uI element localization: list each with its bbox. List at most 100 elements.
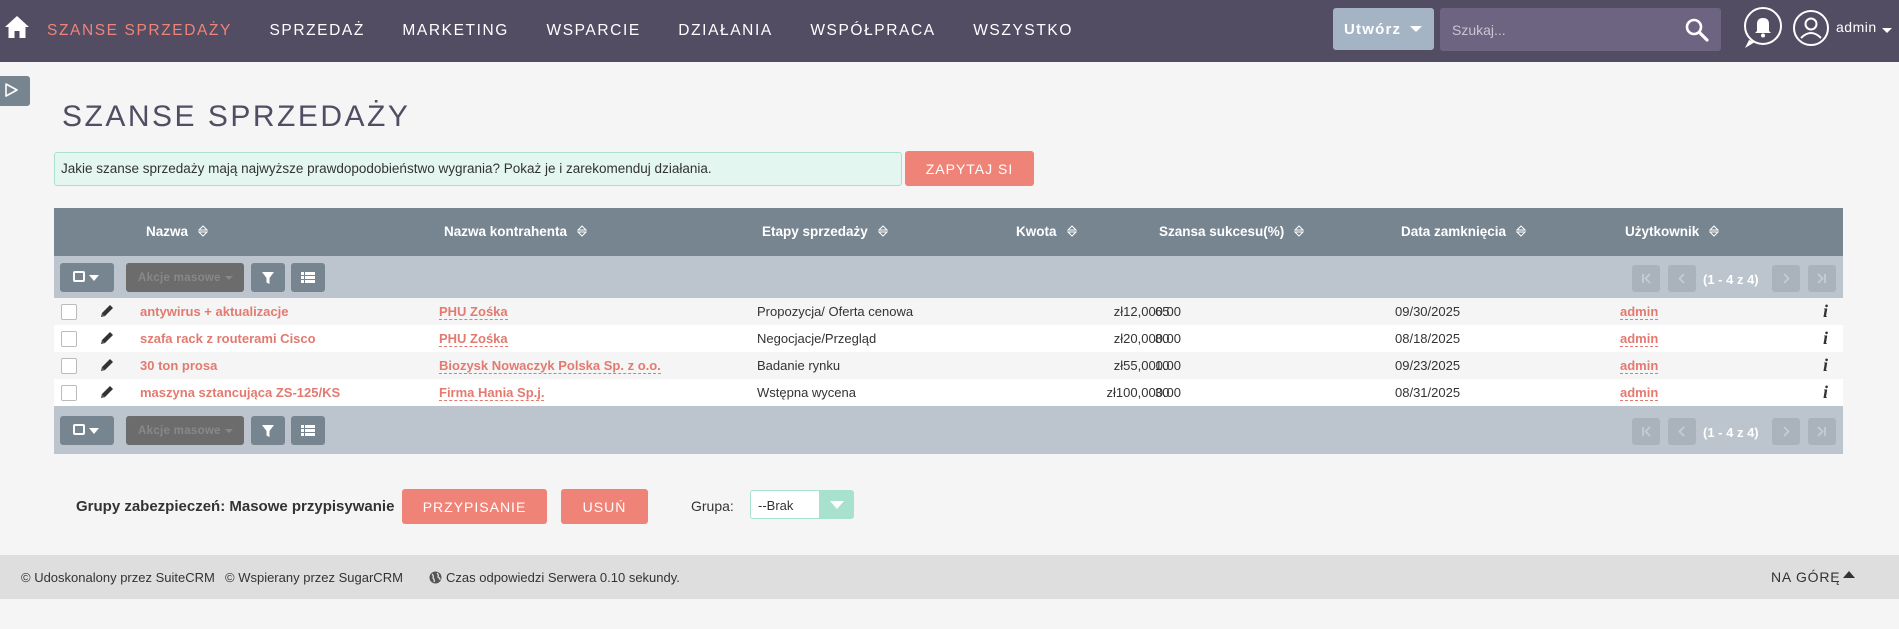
filter-icon xyxy=(262,272,274,284)
account-name-link[interactable]: PHU Zośka xyxy=(439,304,508,320)
ask-ai-button[interactable]: ZAPYTAJ SI xyxy=(905,151,1034,186)
nav-item-all[interactable]: WSZYSTKO xyxy=(973,22,1073,40)
nav-item-collaboration[interactable]: WSPÓŁPRACA xyxy=(810,22,935,40)
table-row: 30 ton prosa Biozysk Nowaczyk Polska Sp.… xyxy=(54,352,1843,379)
last-page-button[interactable] xyxy=(1808,418,1836,445)
column-header-label: Nazwa xyxy=(146,224,189,239)
user-avatar-icon[interactable] xyxy=(1792,9,1830,47)
search-icon[interactable] xyxy=(1684,17,1710,43)
sort-icon xyxy=(1709,225,1720,237)
info-icon[interactable]: i xyxy=(1823,382,1828,403)
assign-button[interactable]: PRZYPISANIE xyxy=(402,489,547,524)
first-page-button[interactable] xyxy=(1632,265,1660,292)
next-page-button[interactable] xyxy=(1772,265,1800,292)
row-checkbox[interactable] xyxy=(61,385,77,401)
group-label: Grupa: xyxy=(691,498,734,514)
column-chooser-button[interactable] xyxy=(291,263,325,292)
back-to-top-link[interactable]: NA GÓRĘ xyxy=(1771,569,1840,585)
last-page-icon xyxy=(1817,273,1826,284)
assigned-user-link[interactable]: admin xyxy=(1620,358,1659,374)
sort-icon xyxy=(1516,225,1527,237)
column-header-probability[interactable]: Szansa sukcesu(%) xyxy=(1159,224,1305,239)
row-checkbox[interactable] xyxy=(61,358,77,374)
opportunity-name-link[interactable]: maszyna sztancująca ZS-125/KS xyxy=(140,385,340,400)
row-checkbox[interactable] xyxy=(61,331,77,347)
main-nav: SZANSE SPRZEDAŻY SPRZEDAŻ MARKETING WSPA… xyxy=(47,0,1110,62)
column-header-stage[interactable]: Etapy sprzedaży xyxy=(762,224,888,239)
mass-actions-button[interactable]: Akcje masowe xyxy=(126,263,244,292)
ai-prompt-input[interactable]: Jakie szanse sprzedaży mają najwyższe pr… xyxy=(54,152,902,186)
notifications-bell-icon[interactable] xyxy=(1743,6,1783,50)
probability: 10 xyxy=(1155,358,1170,373)
opportunity-name-link[interactable]: antywirus + aktualizacje xyxy=(140,304,288,319)
list-columns-icon xyxy=(301,272,315,283)
server-time-text: Czas odpowiedzi Serwera 0.10 sekundy. xyxy=(446,570,680,585)
assigned-user-link[interactable]: admin xyxy=(1620,331,1659,347)
account-name-link[interactable]: Firma Hania Sp.j. xyxy=(439,385,545,401)
sales-stage: Propozycja/ Oferta cenowa xyxy=(757,304,914,319)
info-icon[interactable]: i xyxy=(1823,355,1828,376)
column-header-name[interactable]: Nazwa xyxy=(146,224,209,239)
edit-pencil-icon[interactable] xyxy=(98,329,116,347)
user-name[interactable]: admin xyxy=(1836,19,1877,35)
previous-page-button[interactable] xyxy=(1668,265,1696,292)
select-all-dropdown[interactable] xyxy=(60,263,114,292)
suitecrm-credit-link[interactable]: © Udoskonalony przez SuiteCRM xyxy=(21,570,215,585)
nav-item-sales[interactable]: SPRZEDAŻ xyxy=(269,22,364,40)
filter-button[interactable] xyxy=(251,263,285,292)
info-icon[interactable]: i xyxy=(1823,301,1828,322)
column-header-user[interactable]: Użytkownik xyxy=(1625,224,1720,239)
search-input[interactable] xyxy=(1452,20,1672,40)
sort-icon xyxy=(877,225,888,237)
close-date: 08/18/2025 xyxy=(1395,331,1461,346)
next-page-button[interactable] xyxy=(1772,418,1800,445)
probability: 30 xyxy=(1155,385,1170,400)
remove-button[interactable]: USUŃ xyxy=(561,489,648,524)
edit-pencil-icon[interactable] xyxy=(98,356,116,374)
create-button[interactable]: Utwórz xyxy=(1333,8,1434,50)
assigned-user-link[interactable]: admin xyxy=(1620,304,1659,320)
column-header-close-date[interactable]: Data zamknięcia xyxy=(1401,224,1527,239)
sales-stage: Negocjacje/Przegląd xyxy=(757,331,877,346)
nav-item-marketing[interactable]: MARKETING xyxy=(402,22,509,40)
chevron-down-icon xyxy=(224,275,233,280)
table-row: maszyna sztancująca ZS-125/KS Firma Hani… xyxy=(54,379,1843,406)
sidebar-toggle-button[interactable] xyxy=(0,76,30,106)
filter-button[interactable] xyxy=(251,416,285,445)
edit-pencil-icon[interactable] xyxy=(98,302,116,320)
pagination-range: (1 - 4 z 4) xyxy=(1703,272,1759,287)
nav-item-support[interactable]: WSPARCIE xyxy=(546,22,640,40)
home-icon[interactable] xyxy=(4,14,30,40)
amount: zł12,000.00 xyxy=(1113,304,1181,319)
nav-item-activities[interactable]: DZIAŁANIA xyxy=(678,22,773,40)
sugarcrm-credit-link[interactable]: © Wspierany przez SugarCRM xyxy=(225,570,403,585)
column-header-amount[interactable]: Kwota xyxy=(1016,224,1077,239)
pagination-range: (1 - 4 z 4) xyxy=(1703,425,1759,440)
column-header-account[interactable]: Nazwa kontrahenta xyxy=(444,224,588,239)
opportunity-name-link[interactable]: szafa rack z routerami Cisco xyxy=(140,331,316,346)
user-menu-chevron-icon[interactable] xyxy=(1882,28,1892,33)
opportunity-name-link[interactable]: 30 ton prosa xyxy=(140,358,217,373)
edit-pencil-icon[interactable] xyxy=(98,383,116,401)
first-page-button[interactable] xyxy=(1632,418,1660,445)
mass-actions-button[interactable]: Akcje masowe xyxy=(126,416,244,445)
group-select[interactable]: --Brak xyxy=(750,490,854,519)
opportunities-list: Nazwa Nazwa kontrahenta Etapy sprzedaży … xyxy=(54,208,1843,454)
column-chooser-button[interactable] xyxy=(291,416,325,445)
select-all-dropdown[interactable] xyxy=(60,416,114,445)
list-columns-icon xyxy=(301,425,315,436)
row-checkbox[interactable] xyxy=(61,304,77,320)
table-row: szafa rack z routerami Cisco PHU Zośka N… xyxy=(54,325,1843,352)
nav-item-opportunities[interactable]: SZANSE SPRZEDAŻY xyxy=(47,22,232,40)
search-box xyxy=(1440,8,1721,51)
chevron-down-icon xyxy=(89,275,99,281)
account-name-link[interactable]: Biozysk Nowaczyk Polska Sp. z o.o. xyxy=(439,358,661,374)
info-icon[interactable]: i xyxy=(1823,328,1828,349)
chevron-up-icon[interactable] xyxy=(1843,571,1855,578)
sort-icon xyxy=(1294,225,1305,237)
account-name-link[interactable]: PHU Zośka xyxy=(439,331,508,347)
previous-page-icon xyxy=(1678,273,1685,284)
assigned-user-link[interactable]: admin xyxy=(1620,385,1659,401)
previous-page-button[interactable] xyxy=(1668,418,1696,445)
last-page-button[interactable] xyxy=(1808,265,1836,292)
